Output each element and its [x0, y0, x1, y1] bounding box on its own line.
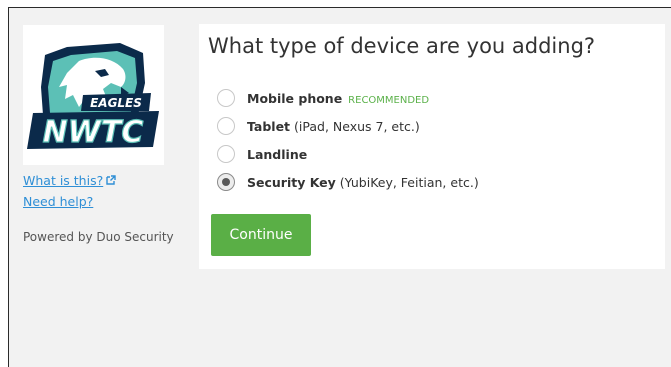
radio-landline[interactable] — [217, 145, 235, 163]
external-link-icon — [105, 174, 117, 190]
option-title: Mobile phone — [247, 90, 343, 106]
eagle-logo-icon: EAGLES NWTC — [27, 43, 159, 151]
option-detail: (iPad, Nexus 7, etc.) — [290, 118, 420, 134]
sidebar-links: What is this? Need help? — [23, 173, 173, 214]
device-options: Mobile phone RECOMMENDED Tablet (iPad, N… — [217, 84, 479, 196]
logo-nwtc-text: NWTC — [43, 115, 144, 150]
logo-eagles-text: EAGLES — [90, 96, 142, 110]
option-label: Mobile phone RECOMMENDED — [247, 91, 429, 106]
what-is-this-label: What is this? — [23, 173, 104, 188]
continue-button[interactable]: Continue — [211, 214, 311, 256]
option-landline[interactable]: Landline — [217, 140, 479, 168]
option-title: Tablet — [247, 118, 291, 134]
recommended-badge: RECOMMENDED — [348, 94, 430, 106]
option-security-key[interactable]: Security Key (YubiKey, Feitian, etc.) — [217, 168, 479, 196]
need-help-link[interactable]: Need help? — [23, 194, 173, 210]
option-label: Security Key (YubiKey, Feitian, etc.) — [247, 175, 479, 190]
option-title: Security Key — [247, 174, 336, 190]
device-type-panel: What type of device are you adding? Mobi… — [199, 24, 665, 269]
option-mobile-phone[interactable]: Mobile phone RECOMMENDED — [217, 84, 479, 112]
option-tablet[interactable]: Tablet (iPad, Nexus 7, etc.) — [217, 112, 479, 140]
powered-by-text: Powered by Duo Security — [23, 230, 174, 244]
page-title: What type of device are you adding? — [208, 34, 596, 58]
duo-frame: EAGLES NWTC What is this? Need help? Pow… — [8, 7, 671, 367]
radio-tablet[interactable] — [217, 117, 235, 135]
radio-mobile-phone[interactable] — [217, 89, 235, 107]
organization-logo: EAGLES NWTC — [23, 25, 164, 165]
option-detail: (YubiKey, Feitian, etc.) — [335, 174, 479, 190]
radio-security-key[interactable] — [217, 173, 235, 191]
option-title: Landline — [247, 146, 308, 162]
what-is-this-link[interactable]: What is this? — [23, 173, 173, 190]
option-label: Tablet (iPad, Nexus 7, etc.) — [247, 119, 420, 134]
option-label: Landline — [247, 147, 307, 162]
